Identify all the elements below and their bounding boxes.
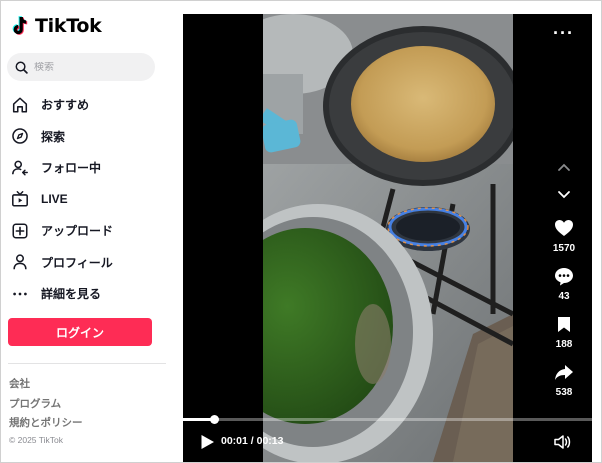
nav-item-for-you[interactable]: おすすめ (10, 89, 160, 121)
share-arrow-icon (555, 364, 573, 380)
footer-link-terms[interactable]: 規約とポリシー (9, 414, 83, 434)
bookmark-icon (558, 316, 570, 332)
more-dots-icon (10, 284, 30, 304)
video-frame-image (263, 14, 513, 462)
volume-icon[interactable] (554, 434, 572, 450)
sidebar-footer: 会社 プログラム 規約とポリシー © 2025 TikTok (9, 375, 83, 445)
sidebar-divider (8, 363, 166, 364)
nav-item-following[interactable]: フォロー中 (10, 152, 160, 184)
nav-item-label: プロフィール (41, 255, 113, 270)
home-icon (10, 95, 30, 115)
progress-handle[interactable] (209, 415, 219, 424)
save-count: 188 (555, 339, 573, 350)
comment-icon (555, 267, 573, 285)
login-button[interactable]: ログイン (8, 318, 152, 346)
nav-item-label: LIVE (41, 192, 68, 207)
nav-item-label: おすすめ (41, 98, 90, 113)
heart-icon (555, 220, 573, 236)
tiktok-logo-icon (12, 16, 28, 35)
player-controls: 00:01 / 00:13 (183, 428, 592, 458)
nav-item-label: フォロー中 (41, 161, 102, 176)
nav-item-more[interactable]: 詳細を見る (10, 278, 160, 310)
following-icon (10, 158, 30, 178)
search-input[interactable] (34, 61, 134, 73)
progress-bar[interactable] (183, 415, 592, 424)
comment-button[interactable]: 43 (543, 264, 585, 302)
nav-item-profile[interactable]: プロフィール (10, 247, 160, 279)
previous-video-button[interactable] (553, 156, 575, 178)
copyright-text: © 2025 TikTok (9, 434, 63, 445)
next-video-button[interactable] (553, 184, 575, 206)
nav-item-label: アップロード (41, 224, 114, 239)
nav-item-explore[interactable]: 探索 (10, 121, 160, 153)
nav-item-upload[interactable]: アップロード (10, 215, 160, 247)
main-nav: おすすめ 探索 フォロー中 LIVE アップロード プロフィール 詳細を見る (10, 89, 160, 310)
sidebar: TikTok おすすめ 探索 フォロー中 (0, 0, 170, 463)
live-tv-icon (10, 189, 30, 209)
share-count: 538 (555, 387, 573, 398)
video-player[interactable]: ··· 1570 43 188 538 00:01 / 00:13 (183, 14, 592, 462)
search-icon (15, 61, 28, 74)
save-button[interactable]: 188 (543, 312, 585, 350)
share-button[interactable]: 538 (543, 360, 585, 398)
chevron-down-icon (558, 191, 570, 199)
nav-item-label: 詳細を見る (41, 287, 102, 302)
like-button[interactable]: 1570 (543, 216, 585, 254)
comment-count: 43 (558, 291, 570, 302)
tiktok-logo[interactable]: TikTok (12, 14, 102, 38)
nav-item-label: 探索 (41, 129, 66, 144)
profile-icon (10, 252, 30, 272)
play-icon[interactable] (199, 434, 215, 450)
search-bar[interactable] (7, 53, 155, 81)
compass-icon (10, 126, 30, 146)
playback-time: 00:01 / 00:13 (221, 435, 284, 447)
upload-icon (10, 221, 30, 241)
footer-link-company[interactable]: 会社 (9, 375, 83, 395)
like-count: 1570 (552, 243, 576, 254)
brand-name: TikTok (35, 15, 102, 37)
footer-link-program[interactable]: プログラム (9, 395, 83, 415)
chevron-up-icon (558, 163, 570, 171)
more-options-button[interactable]: ··· (553, 24, 574, 42)
nav-item-live[interactable]: LIVE (10, 184, 160, 216)
